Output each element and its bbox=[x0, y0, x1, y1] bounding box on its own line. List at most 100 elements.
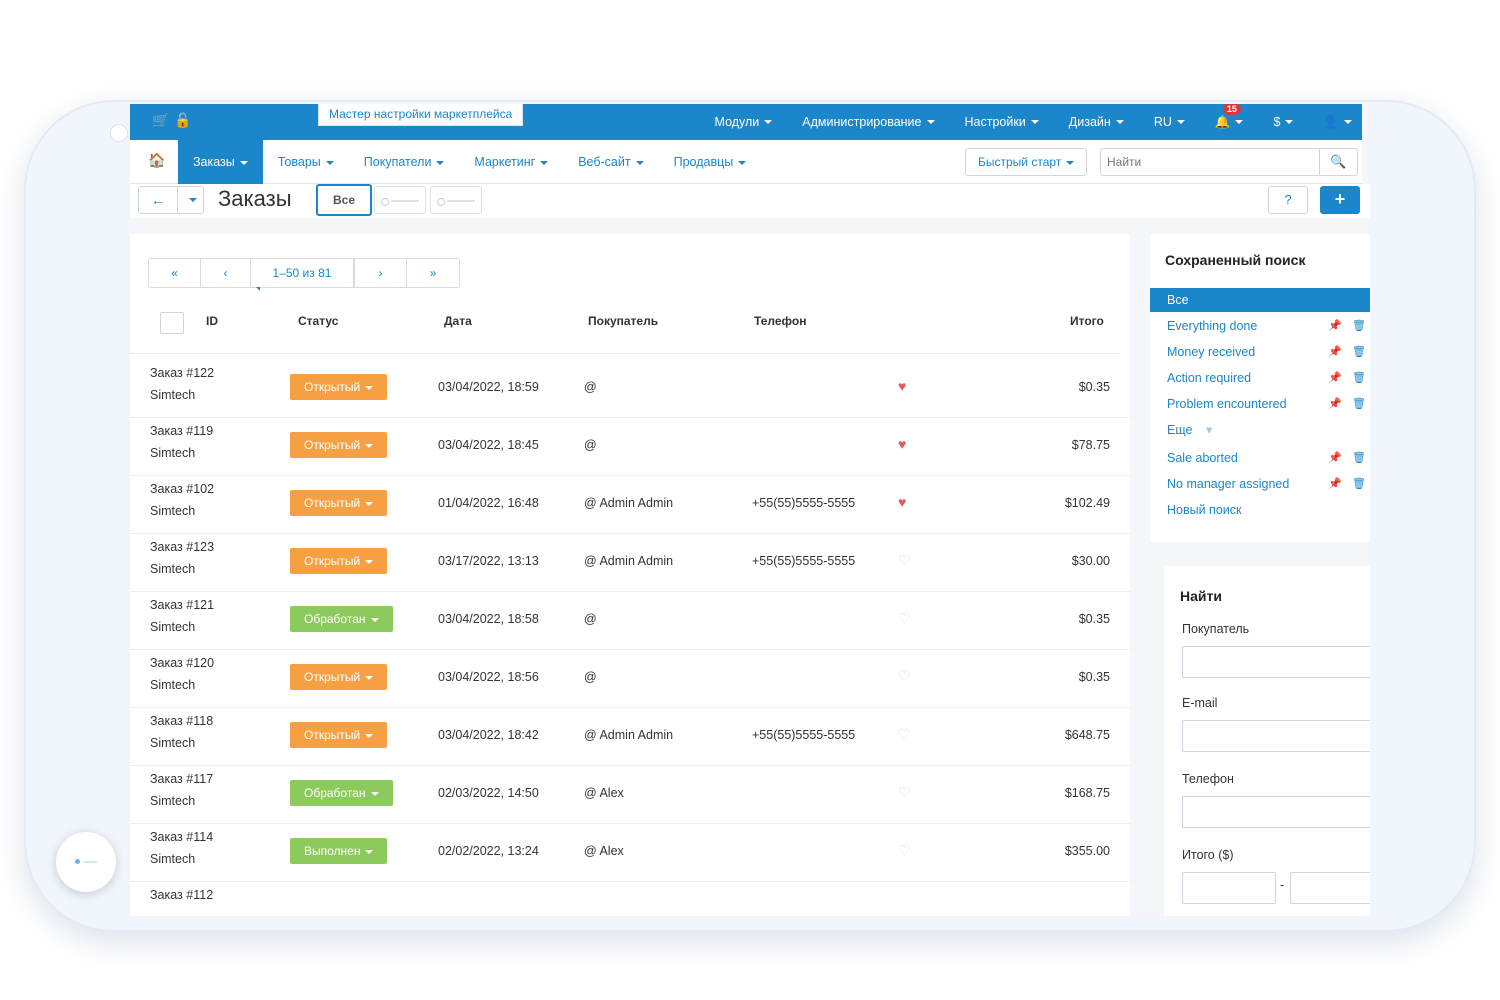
customer-link[interactable]: @ bbox=[584, 380, 597, 394]
pin-icon[interactable]: 📌 bbox=[1328, 392, 1342, 416]
currency-selector[interactable]: $ bbox=[1273, 115, 1294, 129]
column-phone[interactable]: Телефон bbox=[754, 314, 806, 328]
home-icon[interactable]: 🏠 bbox=[148, 152, 165, 169]
order-link[interactable]: Заказ #112 bbox=[150, 888, 213, 902]
pin-icon[interactable]: 📌 bbox=[1328, 446, 1342, 470]
table-row[interactable]: Заказ #118 Simtech Открытый 03/04/2022, 18:… bbox=[130, 708, 1130, 766]
customer-link[interactable]: @ Alex bbox=[584, 786, 624, 800]
status-dropdown[interactable]: Открытый bbox=[290, 722, 388, 748]
view-tab[interactable] bbox=[374, 186, 426, 214]
phone-link[interactable]: +55(55)5555-5555 bbox=[752, 496, 855, 510]
pager-next-button[interactable]: › bbox=[355, 259, 407, 287]
table-row[interactable]: Заказ #121 Simtech Обработан 03/04/2022, 18… bbox=[130, 592, 1130, 650]
favorite-heart-icon[interactable]: ♡ bbox=[898, 610, 911, 627]
language-selector[interactable]: RU bbox=[1154, 115, 1185, 129]
saved-search-item[interactable]: Все bbox=[1150, 288, 1370, 312]
nav-customers[interactable]: Покупатели bbox=[349, 140, 460, 184]
order-link[interactable]: Заказ #120 bbox=[150, 656, 214, 670]
menu-administration[interactable]: Администрирование bbox=[802, 115, 935, 129]
nav-website[interactable]: Веб-сайт bbox=[563, 140, 658, 184]
table-row[interactable]: Заказ #102 Simtech Открытый 01/04/2022, 16:… bbox=[130, 476, 1130, 534]
add-order-button[interactable]: + bbox=[1320, 186, 1360, 214]
status-dropdown[interactable]: Открытый bbox=[290, 432, 388, 458]
pin-icon[interactable]: 📌 bbox=[1328, 340, 1342, 364]
back-arrow-icon[interactable]: ← bbox=[138, 186, 178, 214]
trash-icon[interactable]: 🗑 bbox=[1352, 446, 1366, 470]
pager-range-dropdown[interactable]: 1–50 из 81 bbox=[251, 259, 355, 291]
pager-last-button[interactable]: » bbox=[407, 259, 459, 287]
saved-search-item[interactable]: Новый поиск bbox=[1150, 498, 1370, 522]
nav-products[interactable]: Товары bbox=[263, 140, 349, 184]
select-all-checkbox[interactable] bbox=[160, 312, 184, 334]
order-link[interactable]: Заказ #118 bbox=[150, 714, 213, 728]
favorite-heart-icon[interactable]: ♥ bbox=[898, 494, 906, 510]
floating-help-button[interactable] bbox=[56, 832, 116, 892]
menu-settings[interactable]: Настройки bbox=[965, 115, 1039, 129]
menu-modules[interactable]: Модули bbox=[715, 115, 773, 129]
favorite-heart-icon[interactable]: ♥ bbox=[898, 436, 906, 452]
pager-first-button[interactable]: « bbox=[149, 259, 201, 287]
status-dropdown[interactable]: Выполнен bbox=[290, 838, 388, 864]
saved-search-item[interactable]: Еще ▾ bbox=[1150, 418, 1370, 442]
favorite-heart-icon[interactable]: ♡ bbox=[898, 726, 911, 743]
saved-search-item[interactable]: Action required 📌 🗑 bbox=[1150, 366, 1370, 390]
table-row[interactable]: Заказ #119 Simtech Открытый 03/04/2022, 18:… bbox=[130, 418, 1130, 476]
order-link[interactable]: Заказ #121 bbox=[150, 598, 214, 612]
order-link[interactable]: Заказ #119 bbox=[150, 424, 213, 438]
favorite-heart-icon[interactable]: ♡ bbox=[898, 668, 911, 685]
trash-icon[interactable]: 🗑 bbox=[1352, 314, 1366, 338]
view-tab-all[interactable]: Все bbox=[316, 184, 372, 216]
order-link[interactable]: Заказ #122 bbox=[150, 366, 214, 380]
favorite-heart-icon[interactable]: ♡ bbox=[898, 784, 911, 801]
customer-link[interactable]: @ Admin Admin bbox=[584, 554, 673, 568]
trash-icon[interactable]: 🗑 bbox=[1352, 340, 1366, 364]
pin-icon[interactable]: 📌 bbox=[1328, 472, 1342, 496]
table-row[interactable]: Заказ #112 bbox=[130, 882, 1130, 916]
saved-search-item[interactable]: Money received 📌 🗑 bbox=[1150, 340, 1370, 364]
status-dropdown[interactable]: Открытый bbox=[290, 548, 388, 574]
favorite-heart-icon[interactable]: ♡ bbox=[898, 842, 911, 859]
status-dropdown[interactable]: Открытый bbox=[290, 664, 388, 690]
column-status[interactable]: Статус bbox=[298, 314, 338, 328]
customer-link[interactable]: @ Admin Admin bbox=[584, 496, 673, 510]
customer-link[interactable]: @ Alex bbox=[584, 844, 624, 858]
saved-search-item[interactable]: No manager assigned 📌 🗑 bbox=[1150, 472, 1370, 496]
trash-icon[interactable]: 🗑 bbox=[1352, 392, 1366, 416]
table-row[interactable]: Заказ #123 Simtech Открытый 03/17/2022, 13:… bbox=[130, 534, 1130, 592]
favorite-heart-icon[interactable]: ♥ bbox=[898, 378, 906, 394]
order-link[interactable]: Заказ #102 bbox=[150, 482, 214, 496]
customer-link[interactable]: @ bbox=[584, 438, 597, 452]
cart-icon[interactable]: 🛒 bbox=[152, 112, 169, 129]
help-icon[interactable]: ? bbox=[1268, 186, 1308, 214]
chevron-down-icon[interactable]: ▾ bbox=[1206, 418, 1212, 442]
menu-design[interactable]: Дизайн bbox=[1069, 115, 1124, 129]
table-row[interactable]: Заказ #114 Simtech Выполнен 02/02/2022, 13:… bbox=[130, 824, 1130, 882]
search-icon[interactable]: 🔍 bbox=[1320, 148, 1358, 176]
pin-icon[interactable]: 📌 bbox=[1328, 366, 1342, 390]
quick-start-button[interactable]: Быстрый старт bbox=[965, 148, 1088, 176]
view-tab[interactable] bbox=[430, 186, 482, 214]
phone-link[interactable]: +55(55)5555-5555 bbox=[752, 554, 855, 568]
table-row[interactable]: Заказ #122 Simtech Открытый 03/04/2022, 18:… bbox=[130, 360, 1130, 418]
saved-search-item[interactable]: Sale aborted 📌 🗑 bbox=[1150, 446, 1370, 470]
notifications-button[interactable]: 🔔 15 bbox=[1215, 104, 1244, 130]
pin-icon[interactable]: 📌 bbox=[1328, 314, 1342, 338]
user-menu[interactable]: 👤 bbox=[1323, 115, 1352, 130]
trash-icon[interactable]: 🗑 bbox=[1352, 472, 1366, 496]
marketplace-wizard-link[interactable]: Мастер настройки маркетплейса bbox=[318, 104, 524, 126]
order-link[interactable]: Заказ #123 bbox=[150, 540, 214, 554]
column-total[interactable]: Итого bbox=[1070, 314, 1104, 328]
search-input[interactable] bbox=[1100, 148, 1320, 176]
status-dropdown[interactable]: Открытый bbox=[290, 374, 388, 400]
order-link[interactable]: Заказ #114 bbox=[150, 830, 213, 844]
table-row[interactable]: Заказ #117 Simtech Обработан 02/03/2022, 14… bbox=[130, 766, 1130, 824]
status-dropdown[interactable]: Открытый bbox=[290, 490, 388, 516]
favorite-heart-icon[interactable]: ♡ bbox=[898, 552, 911, 569]
trash-icon[interactable]: 🗑 bbox=[1352, 366, 1366, 390]
back-dropdown-button[interactable] bbox=[178, 186, 204, 214]
table-row[interactable]: Заказ #120 Simtech Открытый 03/04/2022, 18:… bbox=[130, 650, 1130, 708]
lock-icon[interactable]: 🔓 bbox=[174, 112, 191, 129]
nav-marketing[interactable]: Маркетинг bbox=[459, 140, 563, 184]
customer-link[interactable]: @ bbox=[584, 612, 597, 626]
total-from-field[interactable] bbox=[1182, 872, 1276, 904]
